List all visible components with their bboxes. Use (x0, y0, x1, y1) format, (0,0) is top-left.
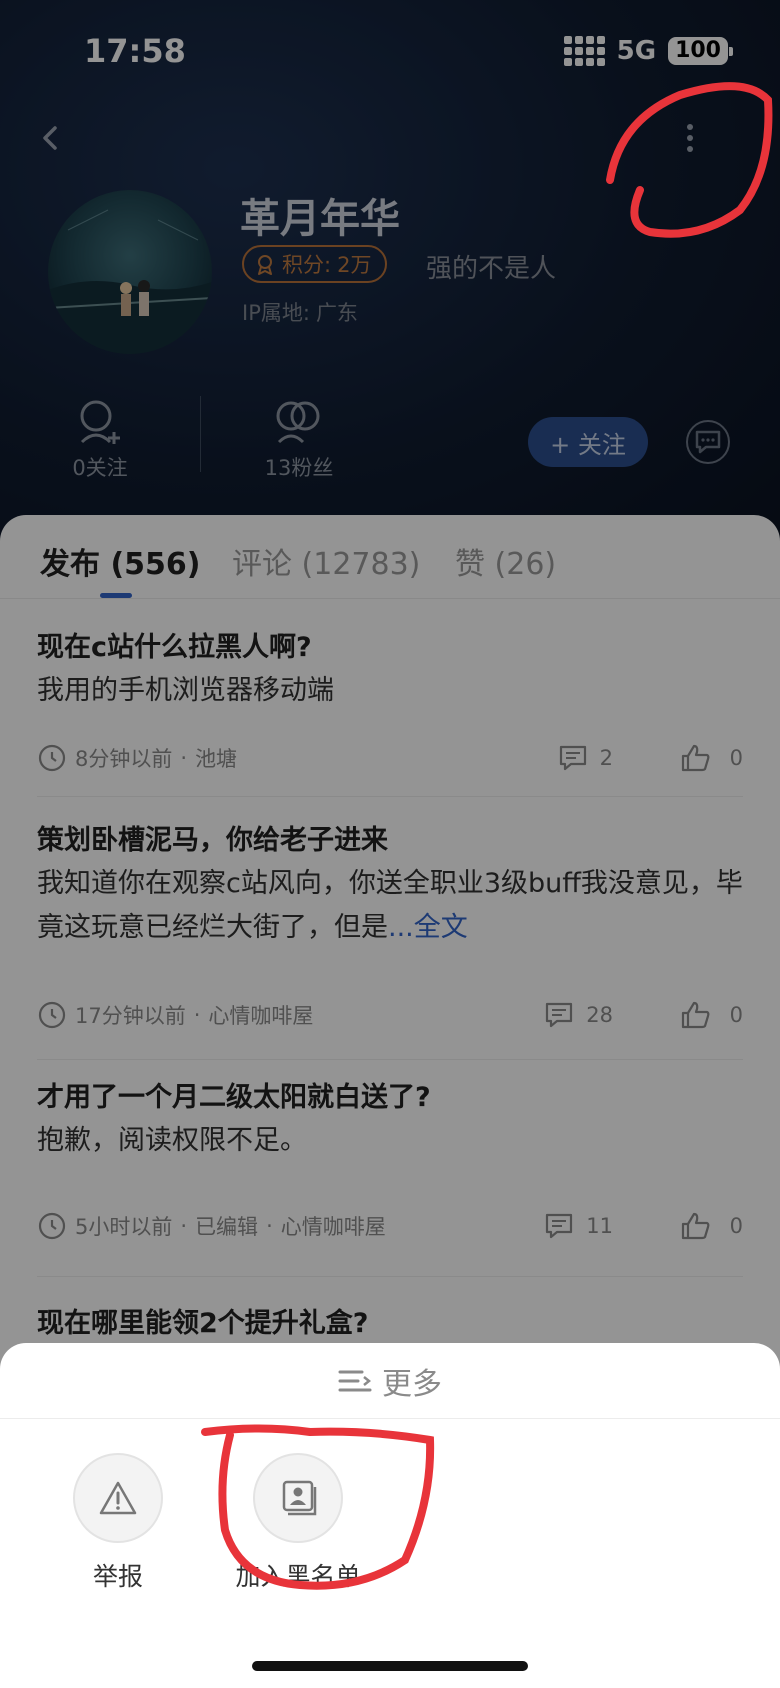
sheet-title: 更多 (382, 1366, 442, 1402)
more-actions-sheet: 更多 举报 加入黑名单 (0, 1343, 780, 1688)
sheet-header: 更多 (0, 1343, 780, 1419)
blacklist-label: 加入黑名单 (235, 1562, 361, 1591)
menu-icon (338, 1370, 372, 1391)
report-label: 举报 (92, 1562, 143, 1591)
blacklist-icon (253, 1453, 343, 1543)
add-to-blacklist-button[interactable]: 加入黑名单 (228, 1453, 368, 1593)
home-indicator (252, 1661, 528, 1671)
warning-icon (73, 1453, 163, 1543)
report-button[interactable]: 举报 (48, 1453, 188, 1593)
